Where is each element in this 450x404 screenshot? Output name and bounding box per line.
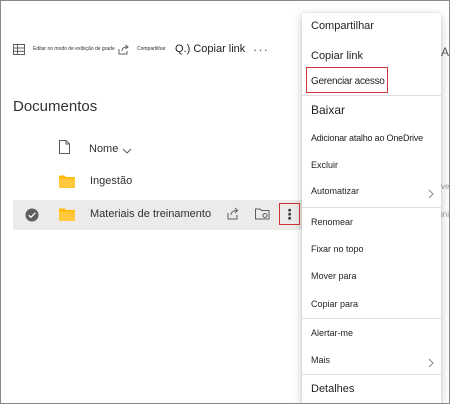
menu-item-label: Detalhes — [311, 383, 355, 395]
menu-item-label: Adicionar atalho ao OneDrive — [311, 133, 423, 143]
folder-link-icon[interactable] — [255, 207, 270, 225]
menu-item-excluir[interactable]: Excluir — [302, 155, 441, 175]
menu-item-baixar[interactable]: Baixar — [302, 100, 441, 120]
menu-item-mover-para[interactable]: Mover para — [302, 266, 441, 286]
item-name[interactable]: Ingestão — [90, 175, 132, 187]
list-item[interactable]: Ingestão — [13, 167, 307, 197]
menu-item-mais[interactable]: Mais — [302, 350, 441, 370]
chevron-right-icon — [428, 186, 434, 204]
menu-item-detalhes[interactable]: Detalhes — [302, 379, 441, 399]
background-text: A — [441, 45, 450, 59]
menu-item-label: Compartilhar — [311, 20, 374, 32]
list-item-selected[interactable]: Materiais de treinamento ⋮ — [13, 200, 307, 230]
column-header-name[interactable]: Nome — [89, 143, 118, 155]
menu-item-label: Copiar para — [311, 299, 359, 309]
item-name[interactable]: Materiais de treinamento — [90, 208, 211, 220]
menu-divider — [302, 374, 441, 375]
folder-icon — [59, 175, 75, 193]
menu-item-adicionar-atalho[interactable]: Adicionar atalho ao OneDrive — [302, 128, 441, 148]
chevron-down-icon[interactable] — [122, 142, 132, 160]
copy-link-button[interactable]: Q.) Copiar link — [175, 35, 245, 63]
menu-item-label: Gerenciar acesso — [311, 75, 385, 87]
menu-item-automatizar[interactable]: Automatizar — [302, 181, 441, 201]
menu-item-label: Renomear — [311, 217, 354, 227]
more-actions-button[interactable]: ⋮ — [279, 203, 300, 225]
grid-view-icon[interactable] — [13, 35, 25, 63]
chevron-right-icon — [428, 355, 434, 373]
menu-item-label: Baixar — [311, 103, 346, 117]
more-options-icon[interactable]: ··· — [253, 35, 269, 63]
menu-item-label: Mais — [311, 355, 331, 365]
menu-item-renomear[interactable]: Renomear — [302, 212, 441, 232]
menu-item-copiar-link[interactable]: Copiar link — [302, 46, 441, 66]
menu-item-label: Copiar link — [311, 50, 363, 62]
menu-item-compartilhar[interactable]: Compartilhar — [302, 16, 441, 36]
menu-item-gerenciar-acesso[interactable]: Gerenciar acesso — [302, 71, 441, 91]
share-icon[interactable] — [118, 35, 130, 63]
app-frame: Editar no modo de exibição de grade Comp… — [0, 0, 450, 404]
share-icon[interactable] — [227, 207, 240, 225]
menu-item-label: Automatizar — [311, 186, 360, 196]
menu-item-copiar-para[interactable]: Copiar para — [302, 294, 441, 314]
edit-grid-view-button[interactable]: Editar no modo de exibição de grade — [33, 35, 115, 63]
menu-item-label: Fixar no topo — [311, 244, 364, 254]
background-text: vesto — [441, 182, 450, 191]
menu-divider — [302, 207, 441, 208]
checkmark-circle-icon[interactable] — [25, 208, 39, 227]
file-type-icon — [59, 140, 70, 159]
menu-item-alertar-me[interactable]: Alertar-me — [302, 323, 441, 343]
menu-item-label: Mover para — [311, 271, 357, 281]
folder-icon — [59, 208, 75, 226]
page-title: Documentos — [13, 98, 98, 115]
background-text: ini — [441, 210, 450, 219]
menu-divider — [302, 318, 441, 319]
menu-divider — [302, 95, 441, 96]
share-button[interactable]: Compartilhar — [137, 35, 166, 63]
context-menu: Compartilhar Copiar link Gerenciar acess… — [302, 13, 441, 403]
menu-item-label: Alertar-me — [311, 328, 354, 338]
menu-item-label: Excluir — [311, 160, 339, 170]
menu-item-fixar-no-topo[interactable]: Fixar no topo — [302, 239, 441, 259]
